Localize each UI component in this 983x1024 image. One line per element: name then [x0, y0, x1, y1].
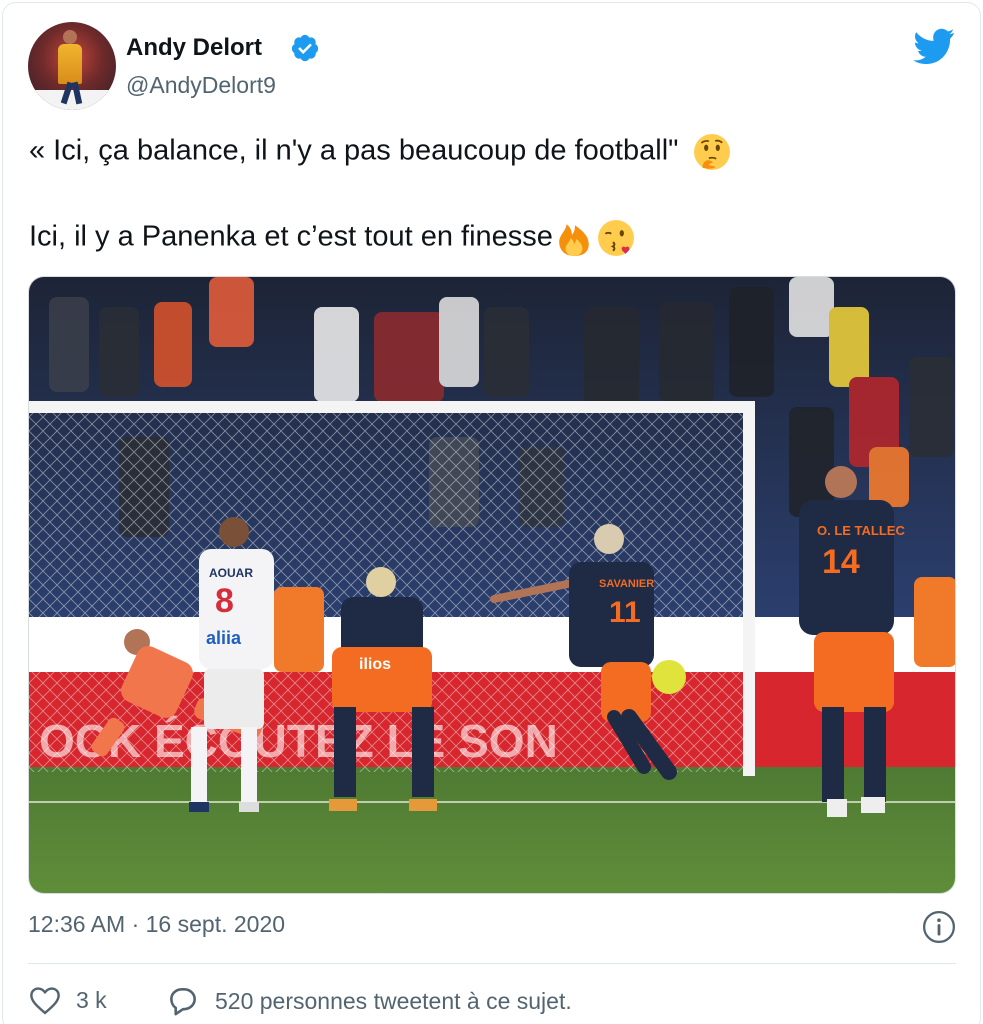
like-count: 3 k: [76, 986, 107, 1013]
penalty-kick-photo: OCK ÉCOUTEZ LE SON: [29, 277, 955, 893]
tweet-text-quote: « Ici, ça balance, il n'y a pas beaucoup…: [29, 134, 679, 167]
author-handle[interactable]: @AndyDelort9: [126, 72, 276, 99]
player-14-name: O. LE TALLEC: [817, 523, 905, 538]
tweet-date: 16 sept. 2020: [145, 911, 286, 937]
author-name[interactable]: Andy Delort: [126, 34, 262, 62]
tweet-card[interactable]: Andy Delort @AndyDelort9 « Ici, ça balan…: [2, 2, 981, 1024]
timestamp-separator: ·: [131, 911, 140, 937]
tweet-photo[interactable]: OCK ÉCOUTEZ LE SON: [28, 276, 956, 894]
player-8-number: 8: [215, 582, 234, 620]
speech-bubble-icon: [170, 988, 196, 1016]
conversation-link[interactable]: 520 personnes tweetent à ce sujet.: [165, 985, 572, 1017]
player-center-sponsor: ilios: [359, 656, 391, 673]
like-button[interactable]: 3 k: [28, 985, 107, 1015]
player-8-name: AOUAR: [209, 566, 253, 580]
tweet-text-panenka: Ici, il y a Panenka et c’est tout en fin…: [29, 220, 553, 253]
divider: [28, 963, 956, 964]
tweet-timestamp[interactable]: 12:36 AM · 16 sept. 2020: [28, 911, 285, 938]
tweet-text-line-1: « Ici, ça balance, il n'y a pas beaucoup…: [29, 133, 731, 171]
avatar[interactable]: [28, 22, 116, 110]
heart-icon: [30, 987, 60, 1015]
verified-badge-icon: [291, 34, 319, 62]
player-8-sponsor: aliia: [206, 628, 242, 648]
player-11-number: 11: [609, 596, 641, 629]
tweet-text-line-2: Ici, il y a Panenka et c’est tout en fin…: [29, 219, 635, 257]
conversation-text: 520 personnes tweetent à ce sujet.: [215, 987, 572, 1014]
thinking-face-icon: [693, 134, 730, 170]
twitter-bird-icon[interactable]: [913, 28, 955, 64]
player-14-number: 14: [822, 543, 860, 581]
info-icon[interactable]: [922, 910, 956, 944]
player-11-name: SAVANIER: [599, 578, 654, 590]
face-blowing-a-kiss-icon: [597, 220, 634, 256]
fire-icon: [559, 224, 589, 256]
tweet-time: 12:36 AM: [28, 911, 126, 937]
